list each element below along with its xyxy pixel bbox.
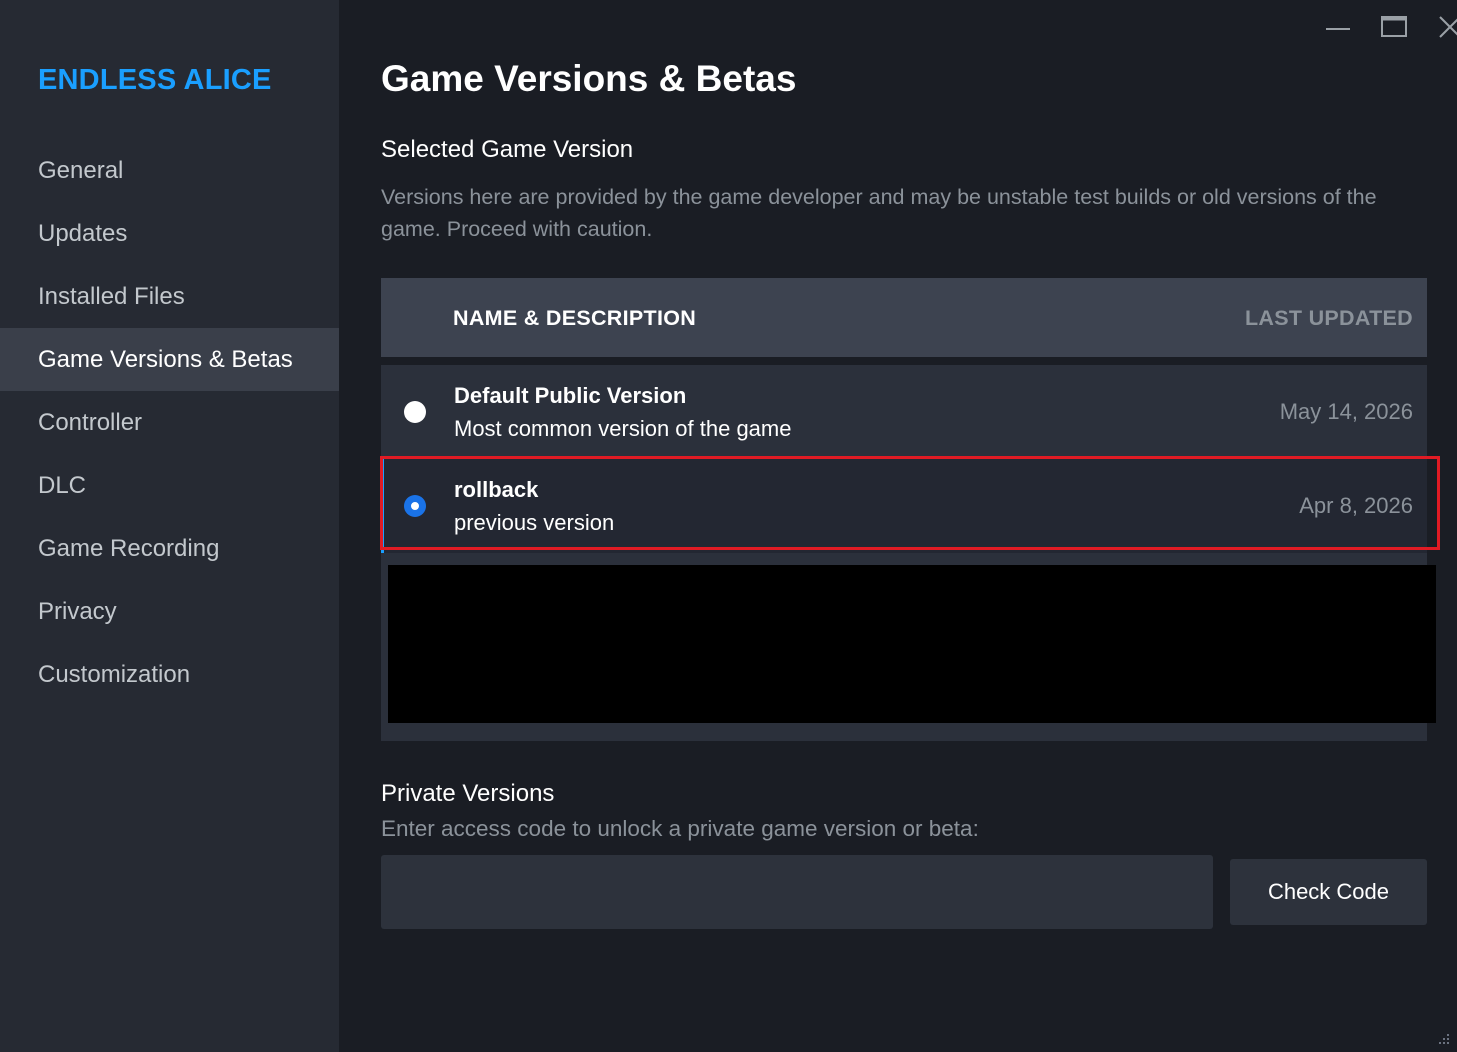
version-row-default[interactable]: Default Public Version Most common versi… — [381, 365, 1427, 459]
version-last-updated: Apr 8, 2026 — [1299, 493, 1413, 518]
private-versions-description: Enter access code to unlock a private ga… — [381, 816, 979, 841]
version-description: Most common version of the game — [454, 416, 792, 441]
access-code-input[interactable] — [381, 855, 1213, 929]
column-header-last-updated: LAST UPDATED — [1244, 306, 1413, 330]
minimize-icon — [1326, 28, 1350, 30]
private-versions-title: Private Versions — [381, 780, 555, 807]
close-button[interactable] — [1433, 10, 1457, 44]
radio-dot — [408, 499, 422, 513]
version-description: previous version — [454, 510, 615, 535]
sidebar-item-installed-files[interactable]: Installed Files — [0, 265, 339, 328]
close-icon — [1439, 16, 1457, 38]
maximize-button[interactable] — [1377, 10, 1411, 44]
sidebar-item-game-recording[interactable]: Game Recording — [0, 517, 339, 580]
maximize-icon — [1381, 16, 1407, 37]
section-description: Versions here are provided by the game d… — [381, 185, 1377, 241]
sidebar-item-customization[interactable]: Customization — [0, 643, 339, 706]
game-title: ENDLESS ALICE — [38, 64, 272, 96]
version-name: rollback — [454, 477, 539, 502]
radio-unselected-icon[interactable] — [404, 401, 426, 423]
sidebar-nav: General Updates Installed Files Game Ver… — [0, 139, 339, 706]
sidebar-item-updates[interactable]: Updates — [0, 202, 339, 265]
version-last-updated: May 14, 2026 — [1279, 399, 1413, 424]
page-title: Game Versions & Betas — [381, 58, 797, 99]
sidebar-item-privacy[interactable]: Privacy — [0, 580, 339, 643]
redacted-area — [388, 565, 1436, 723]
minimize-button[interactable] — [1321, 10, 1355, 44]
section-title: Selected Game Version — [381, 136, 634, 163]
version-row-rollback[interactable]: rollback previous version Apr 8, 2026 — [381, 459, 1427, 553]
versions-table-header: NAME & DESCRIPTION LAST UPDATED — [381, 278, 1427, 357]
sidebar-item-game-versions-betas[interactable]: Game Versions & Betas — [0, 328, 339, 391]
resize-grip-icon[interactable] — [1437, 1032, 1451, 1046]
radio-selected-icon[interactable] — [404, 495, 426, 517]
sidebar-item-general[interactable]: General — [0, 139, 339, 202]
sidebar-item-controller[interactable]: Controller — [0, 391, 339, 454]
check-code-button[interactable]: Check Code — [1230, 859, 1427, 925]
version-name: Default Public Version — [454, 383, 687, 408]
sidebar-item-dlc[interactable]: DLC — [0, 454, 339, 517]
sidebar: ENDLESS ALICE General Updates Installed … — [0, 0, 339, 1052]
column-header-name: NAME & DESCRIPTION — [453, 306, 697, 330]
